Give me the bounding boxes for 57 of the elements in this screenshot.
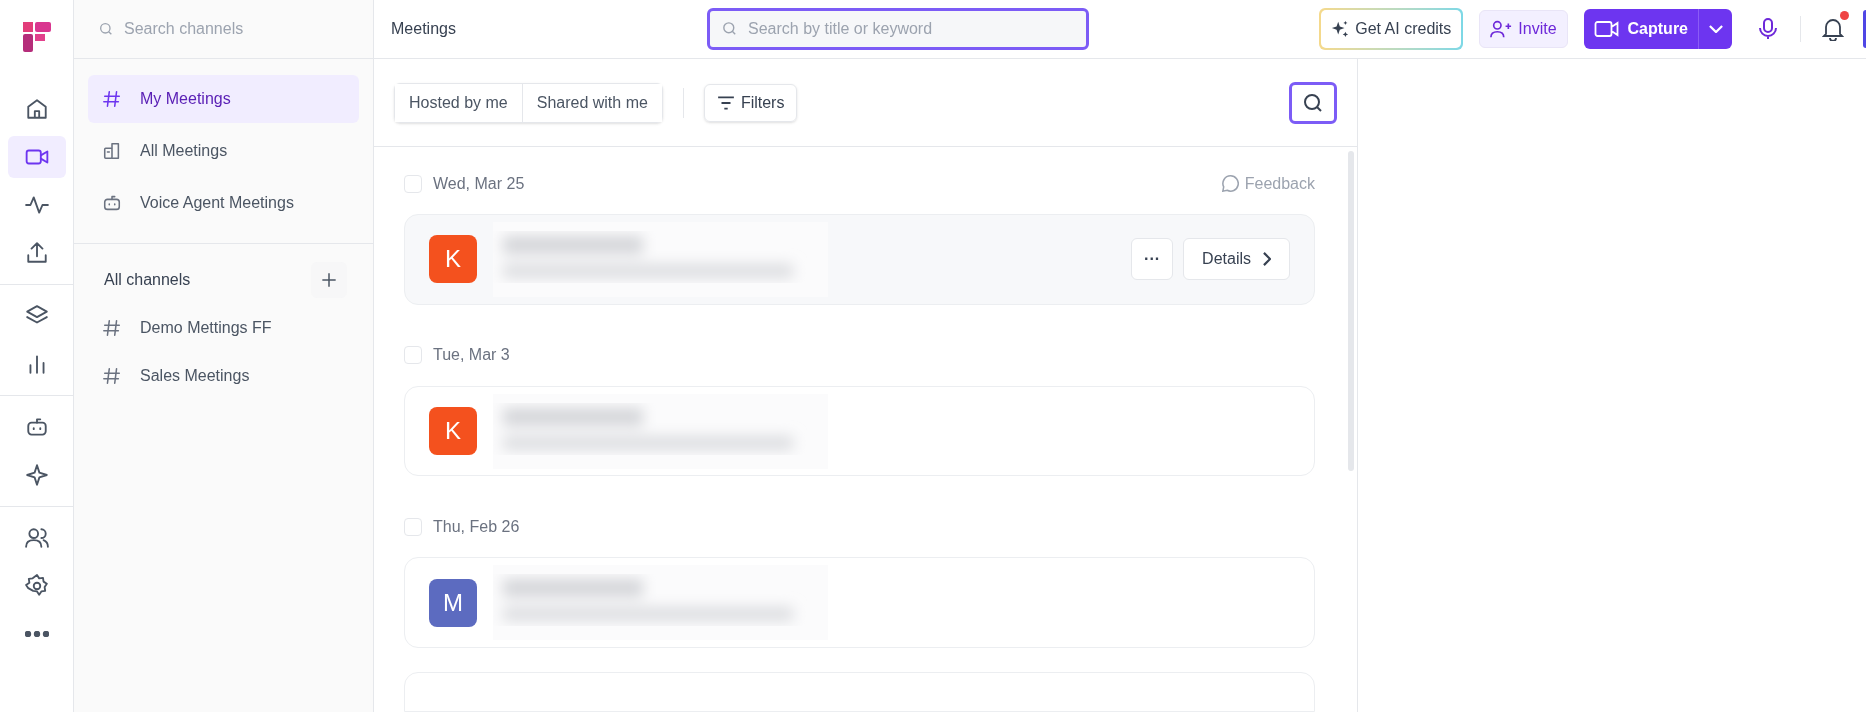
sparkle-icon [24, 463, 49, 487]
robot-icon [102, 193, 122, 213]
sparkles-icon [1331, 20, 1350, 38]
hash-icon [102, 318, 122, 338]
date-heading: Thu, Feb 26 [433, 516, 520, 537]
bell-icon [1822, 17, 1844, 41]
more-button[interactable]: ··· [1131, 238, 1174, 281]
date-heading: Wed, Mar 25 [433, 173, 525, 194]
meeting-card[interactable]: K ··· Details [404, 214, 1315, 305]
section-heading: All channels [104, 270, 191, 290]
checkbox[interactable] [404, 517, 422, 536]
chevron-down-icon [1708, 25, 1723, 33]
speech-bubble-icon [1221, 175, 1239, 192]
avatar: K [429, 407, 477, 456]
avatar: M [429, 578, 477, 627]
panel-edge [1863, 10, 1866, 48]
search-icon [98, 21, 114, 37]
search-icon [721, 20, 738, 37]
building-icon [102, 141, 122, 161]
date-heading: Tue, Mar 3 [433, 345, 510, 366]
search-button[interactable] [1289, 81, 1337, 124]
details-button[interactable]: Details [1183, 238, 1290, 281]
home-icon [24, 97, 49, 121]
microphone-icon [1758, 17, 1778, 41]
search-icon [1304, 93, 1322, 112]
filter-icon [716, 95, 735, 110]
video-camera-icon [1593, 19, 1620, 39]
hash-icon [102, 89, 122, 109]
chevron-right-icon [1263, 252, 1271, 267]
logo-icon [22, 22, 51, 52]
add-user-icon [1490, 19, 1513, 39]
robot-icon [24, 415, 49, 439]
channel-item[interactable]: Demo Mettings FF [88, 306, 359, 350]
page-title: Meetings [391, 19, 457, 39]
ai-credits-button[interactable]: Get AI credits [1319, 8, 1464, 50]
channel-search-field[interactable]: Search channels [74, 0, 373, 58]
scrollbar[interactable] [1348, 151, 1354, 471]
channel-item[interactable]: Sales Meetings [88, 354, 359, 398]
more-icon [24, 631, 49, 637]
rail-nav-button[interactable] [7, 136, 66, 178]
filter-tab[interactable]: Shared with me [521, 83, 662, 122]
users-icon [24, 526, 49, 550]
upload-icon [24, 241, 49, 265]
sidebar-item[interactable]: Voice Agent Meetings [88, 179, 359, 227]
checkbox[interactable] [404, 346, 422, 365]
meeting-card[interactable]: M [404, 557, 1315, 648]
hash-icon [102, 366, 122, 386]
search-field[interactable]: Search by title or keyword [707, 8, 1089, 50]
sidebar-item[interactable]: All Meetings [88, 127, 359, 175]
avatar: K [429, 235, 477, 284]
sidebar-item[interactable]: My Meetings [88, 75, 359, 123]
filters-button[interactable]: Filters [703, 83, 798, 122]
plus-icon [319, 270, 339, 290]
checkbox[interactable] [404, 174, 422, 193]
filter-tab[interactable]: Hosted by me [395, 83, 522, 122]
invite-button[interactable]: Invite [1479, 10, 1568, 48]
settings-icon [24, 574, 49, 598]
